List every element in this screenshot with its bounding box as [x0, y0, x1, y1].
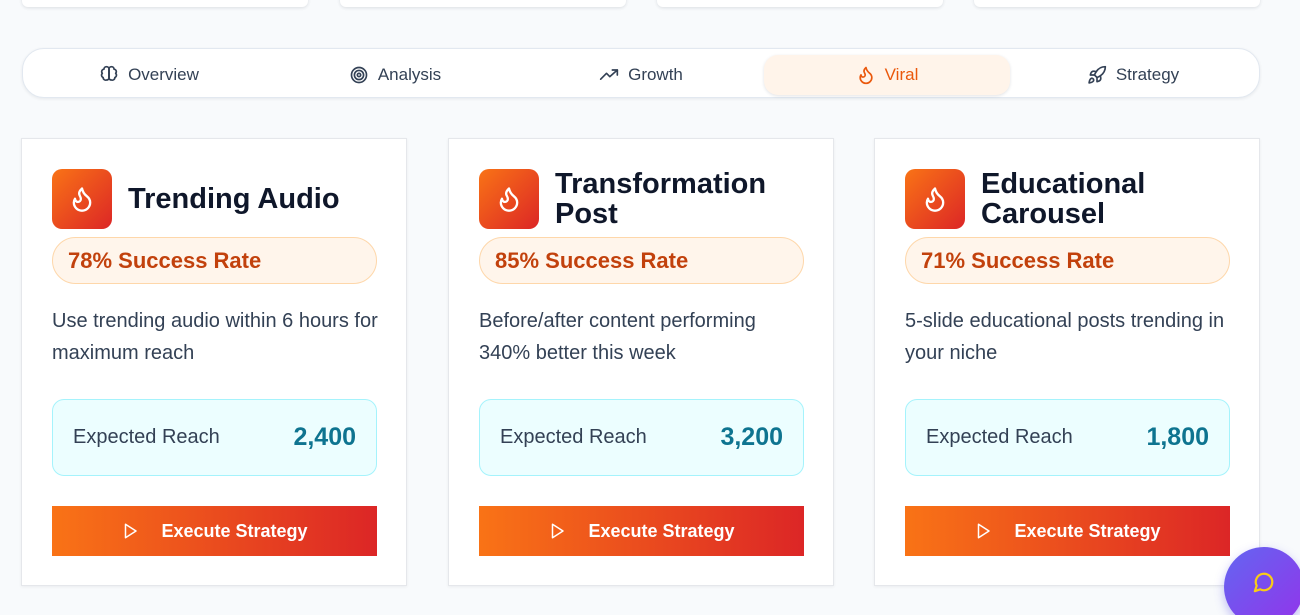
card-title: Transformation Post — [555, 168, 767, 230]
top-card-stub — [974, 0, 1260, 7]
play-icon — [978, 523, 991, 539]
rocket-icon — [1088, 65, 1107, 84]
card-description: 5-slide educational posts trending in yo… — [905, 310, 1225, 364]
card-header: Transformation Post — [479, 169, 795, 229]
brain-icon — [100, 65, 118, 81]
strategy-card: Transformation Post 85% Success Rate Bef… — [448, 138, 834, 586]
execute-strategy-button[interactable]: Execute Strategy — [52, 506, 377, 556]
card-title: Educational Carousel — [981, 168, 1146, 230]
top-card-stub — [22, 0, 308, 7]
tab-label: Strategy — [1115, 65, 1180, 84]
top-card-stub — [340, 0, 626, 7]
top-card-stub — [657, 0, 943, 7]
execute-strategy-button[interactable]: Execute Strategy — [479, 506, 804, 556]
success-rate-badge: 71% Success Rate — [905, 237, 1230, 284]
tab-bar: Overview Analysis Growth Viral Strategy — [22, 48, 1260, 98]
flame-icon — [905, 169, 965, 229]
reach-value: 2,400 — [293, 423, 356, 451]
button-label: Execute Strategy — [588, 520, 735, 541]
card-header: Educational Carousel — [905, 169, 1221, 229]
flame-icon — [858, 66, 873, 85]
tab-strategy[interactable]: Strategy — [1010, 55, 1256, 95]
reach-label: Expected Reach — [500, 426, 647, 448]
reach-value: 1,800 — [1146, 423, 1209, 451]
trending-up-icon — [599, 69, 619, 80]
button-label: Execute Strategy — [1014, 520, 1161, 541]
expected-reach-box: Expected Reach 3,200 — [479, 399, 804, 476]
target-icon — [350, 66, 368, 84]
execute-strategy-button[interactable]: Execute Strategy — [905, 506, 1230, 556]
tab-label: Overview — [128, 65, 199, 84]
tab-label: Analysis — [377, 65, 442, 84]
tab-label: Growth — [628, 65, 683, 84]
card-title: Trending Audio — [128, 183, 340, 215]
button-label: Execute Strategy — [161, 520, 308, 541]
tab-growth[interactable]: Growth — [518, 55, 764, 95]
tab-analysis[interactable]: Analysis — [272, 55, 518, 95]
tab-viral[interactable]: Viral — [764, 55, 1010, 95]
play-icon — [552, 523, 565, 539]
expected-reach-box: Expected Reach 1,800 — [905, 399, 1230, 476]
card-description: Use trending audio within 6 hours for ma… — [52, 310, 378, 364]
flame-icon — [479, 169, 539, 229]
chat-icon — [1253, 572, 1274, 593]
strategy-card: Trending Audio 78% Success Rate Use tren… — [21, 138, 407, 586]
reach-value: 3,200 — [720, 423, 783, 451]
reach-label: Expected Reach — [926, 426, 1073, 448]
success-rate-badge: 85% Success Rate — [479, 237, 804, 284]
tab-label: Viral — [884, 65, 919, 84]
expected-reach-box: Expected Reach 2,400 — [52, 399, 377, 476]
card-description: Before/after content performing 340% bet… — [479, 310, 756, 364]
strategy-card: Educational Carousel 71% Success Rate 5-… — [874, 138, 1260, 586]
flame-icon — [52, 169, 112, 229]
play-icon — [125, 523, 138, 539]
reach-label: Expected Reach — [73, 426, 220, 448]
tab-overview[interactable]: Overview — [26, 55, 272, 95]
card-header: Trending Audio — [52, 169, 368, 229]
success-rate-badge: 78% Success Rate — [52, 237, 377, 284]
chat-button[interactable] — [1224, 547, 1300, 615]
